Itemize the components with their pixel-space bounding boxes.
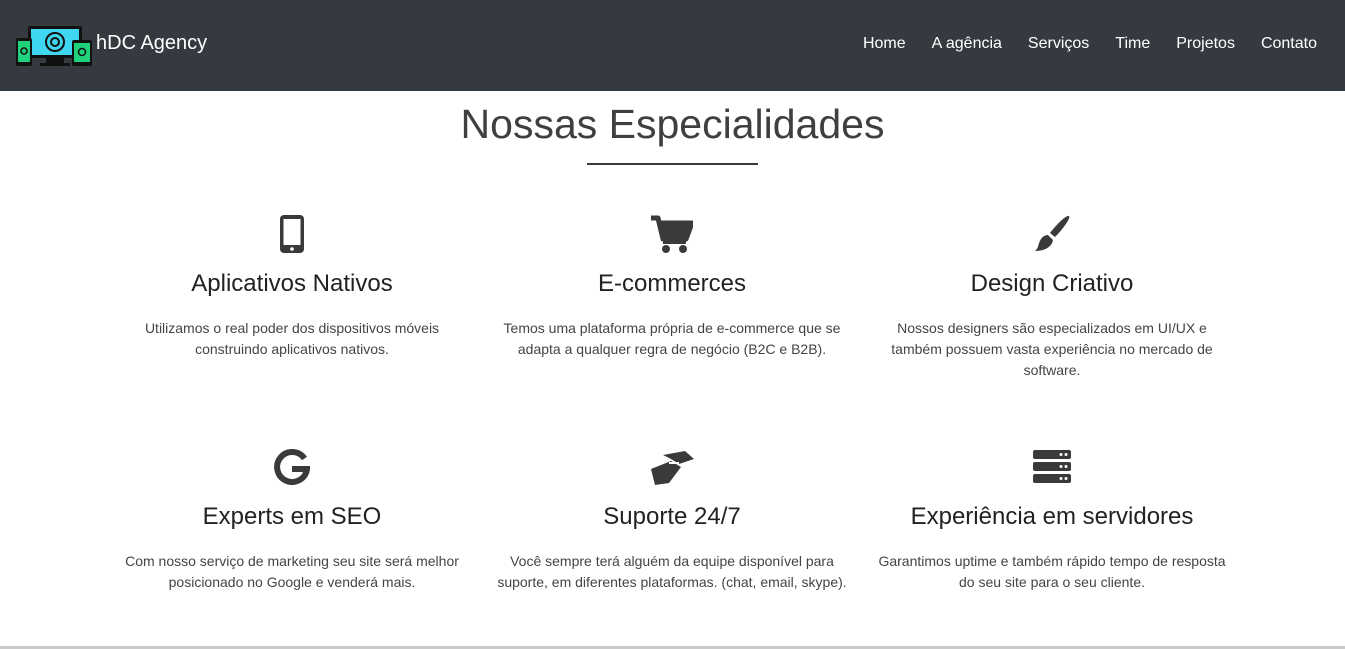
devices-logo-icon	[16, 26, 92, 66]
nav-link-time[interactable]: Time	[1115, 35, 1150, 53]
feature-card-support: Suporte 24/7 Você sempre terá alguém da …	[492, 447, 852, 593]
shopping-cart-icon	[492, 214, 852, 254]
brand-link[interactable]: hDC Agency	[16, 24, 207, 68]
feature-title: Experiência em servidores	[910, 503, 1194, 530]
feature-title: Experts em SEO	[202, 503, 382, 530]
feature-card-design: Design Criativo Nossos designers são esp…	[872, 214, 1232, 381]
feature-title: Suporte 24/7	[603, 503, 741, 530]
feature-description: Você sempre terá alguém da equipe dispon…	[497, 553, 847, 590]
feature-description: Temos uma plataforma própria de e-commer…	[503, 320, 841, 357]
paint-brush-icon	[872, 214, 1232, 254]
server-icon	[872, 447, 1232, 487]
feature-card-ecommerce: E-commerces Temos uma plataforma própria…	[492, 214, 852, 360]
nav-link-projetos[interactable]: Projetos	[1176, 35, 1235, 53]
navbar: hDC Agency Home A agência Serviços Time …	[0, 0, 1345, 91]
feature-card-seo: Experts em SEO Com nosso serviço de mark…	[112, 447, 472, 593]
nav-link-agencia[interactable]: A agência	[932, 35, 1002, 53]
feature-title: Aplicativos Nativos	[191, 270, 393, 297]
feature-card-servers: Experiência em servidores Garantimos upt…	[872, 447, 1232, 593]
feature-card-native-apps: Aplicativos Nativos Utilizamos o real po…	[112, 214, 472, 360]
nav-link-servicos[interactable]: Serviços	[1028, 35, 1089, 53]
mobile-phone-icon	[112, 214, 472, 254]
nav-menu: Home A agência Serviços Time Projetos Co…	[837, 35, 1317, 53]
handshake-icon	[492, 447, 852, 487]
nav-link-contato[interactable]: Contato	[1261, 35, 1317, 53]
feature-title: E-commerces	[597, 270, 747, 297]
brand-name: hDC Agency	[96, 31, 208, 54]
google-icon	[112, 447, 472, 487]
nav-link-home[interactable]: Home	[863, 35, 906, 53]
feature-title: Design Criativo	[970, 270, 1134, 297]
feature-description: Garantimos uptime e também rápido tempo …	[878, 553, 1226, 590]
feature-description: Com nosso serviço de marketing seu site …	[125, 553, 459, 590]
feature-description: Nossos designers são especializados em U…	[891, 320, 1213, 378]
section-title: Nossas Especialidades	[460, 101, 885, 147]
feature-description: Utilizamos o real poder dos dispositivos…	[144, 320, 440, 357]
title-divider	[587, 163, 758, 165]
